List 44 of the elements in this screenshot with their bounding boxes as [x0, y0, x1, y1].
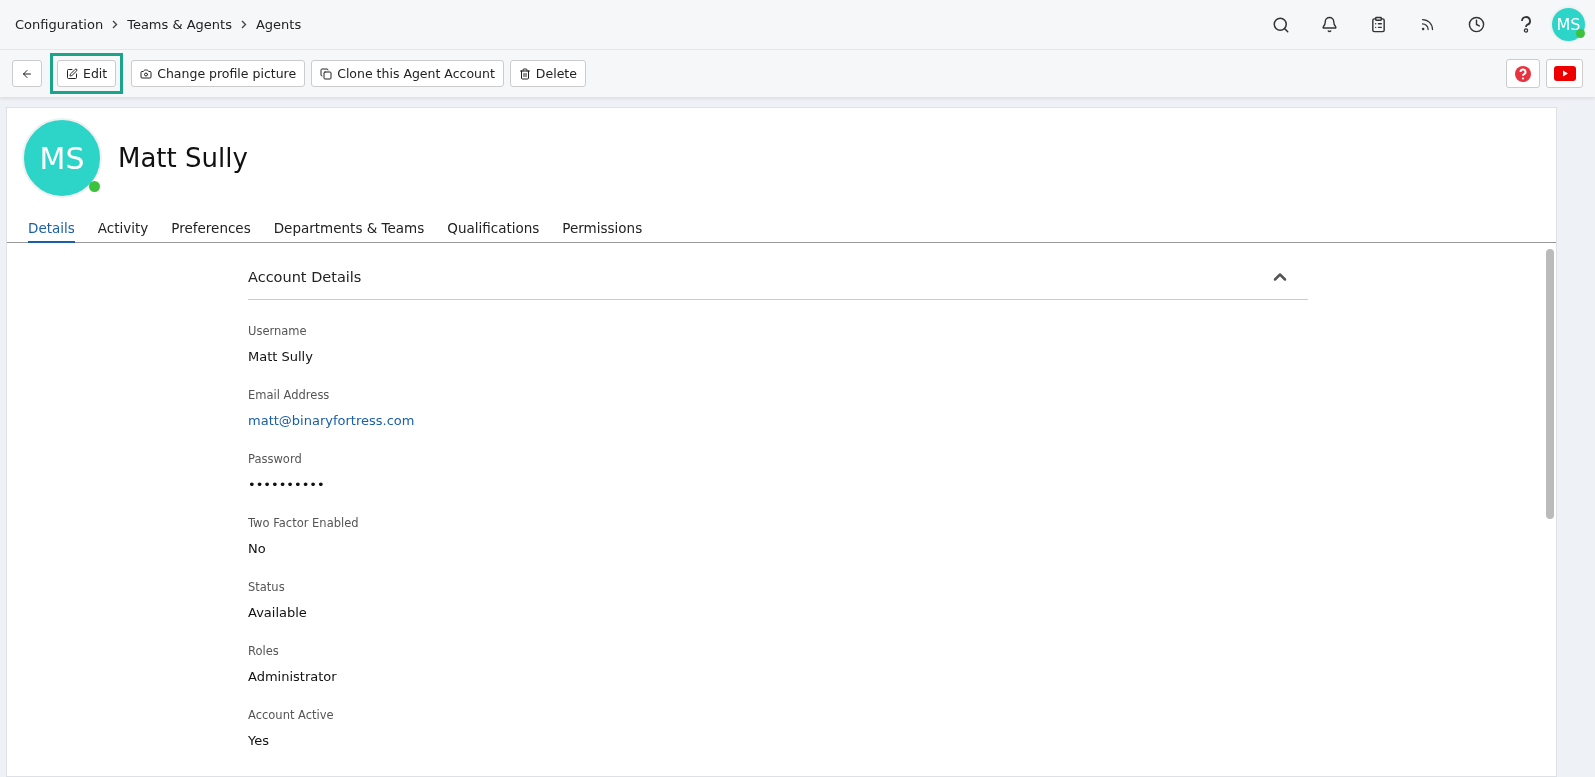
- profile-avatar: MS: [22, 118, 102, 198]
- section-title: Account Details: [248, 269, 362, 285]
- tab[interactable]: Departments & Teams: [273, 214, 425, 243]
- delete-icon: [518, 67, 531, 80]
- play-icon: [1553, 66, 1576, 81]
- delete-button[interactable]: Delete: [509, 60, 586, 87]
- back-button[interactable]: [12, 60, 42, 87]
- help-icon: [1514, 64, 1532, 83]
- field-label: Roles: [248, 644, 280, 658]
- field-label: Username: [248, 324, 308, 338]
- scrollbar-thumb[interactable]: [1546, 249, 1554, 519]
- field-label: Two Factor Enabled: [248, 516, 360, 530]
- field-value: ••••••••••: [248, 477, 326, 492]
- breadcrumb-link[interactable]: Configuration: [15, 17, 104, 32]
- edit-icon: [66, 67, 78, 80]
- help-button[interactable]: [1506, 59, 1540, 88]
- tab[interactable]: Permissions: [562, 214, 643, 243]
- tab[interactable]: Qualifications: [447, 214, 540, 243]
- chevron-right-icon: [240, 19, 247, 29]
- field-label: Status: [248, 580, 286, 594]
- breadcrumb-link[interactable]: Teams & Agents: [127, 17, 232, 32]
- camera-button[interactable]: Change profile picture: [131, 60, 306, 87]
- help-icon: [1519, 16, 1532, 33]
- back-icon: [21, 67, 33, 80]
- field-value: Matt Sully: [248, 349, 314, 364]
- camera-icon: [140, 67, 153, 80]
- email-link[interactable]: matt@binaryfortress.com: [248, 413, 1308, 428]
- agent-name: Matt Sully: [118, 143, 248, 173]
- clone-button[interactable]: Clone this Agent Account: [311, 60, 504, 87]
- field-value: Yes: [248, 733, 270, 748]
- edit-button[interactable]: Edit: [57, 60, 117, 87]
- tab[interactable]: Details: [28, 214, 75, 243]
- video-button[interactable]: [1546, 59, 1583, 88]
- tab[interactable]: Preferences: [171, 214, 251, 243]
- breadcrumb-link[interactable]: Agents: [255, 17, 302, 32]
- field-value: Available: [248, 605, 308, 620]
- chevron-right-icon: [112, 19, 119, 29]
- field-label: Account Active: [248, 708, 335, 722]
- field-value: Administrator: [248, 669, 338, 684]
- tab[interactable]: Activity: [97, 214, 149, 243]
- field-label: Password: [248, 452, 303, 466]
- field-label: Email Address: [248, 388, 331, 402]
- clone-icon: [320, 67, 333, 80]
- field-value: No: [248, 541, 267, 556]
